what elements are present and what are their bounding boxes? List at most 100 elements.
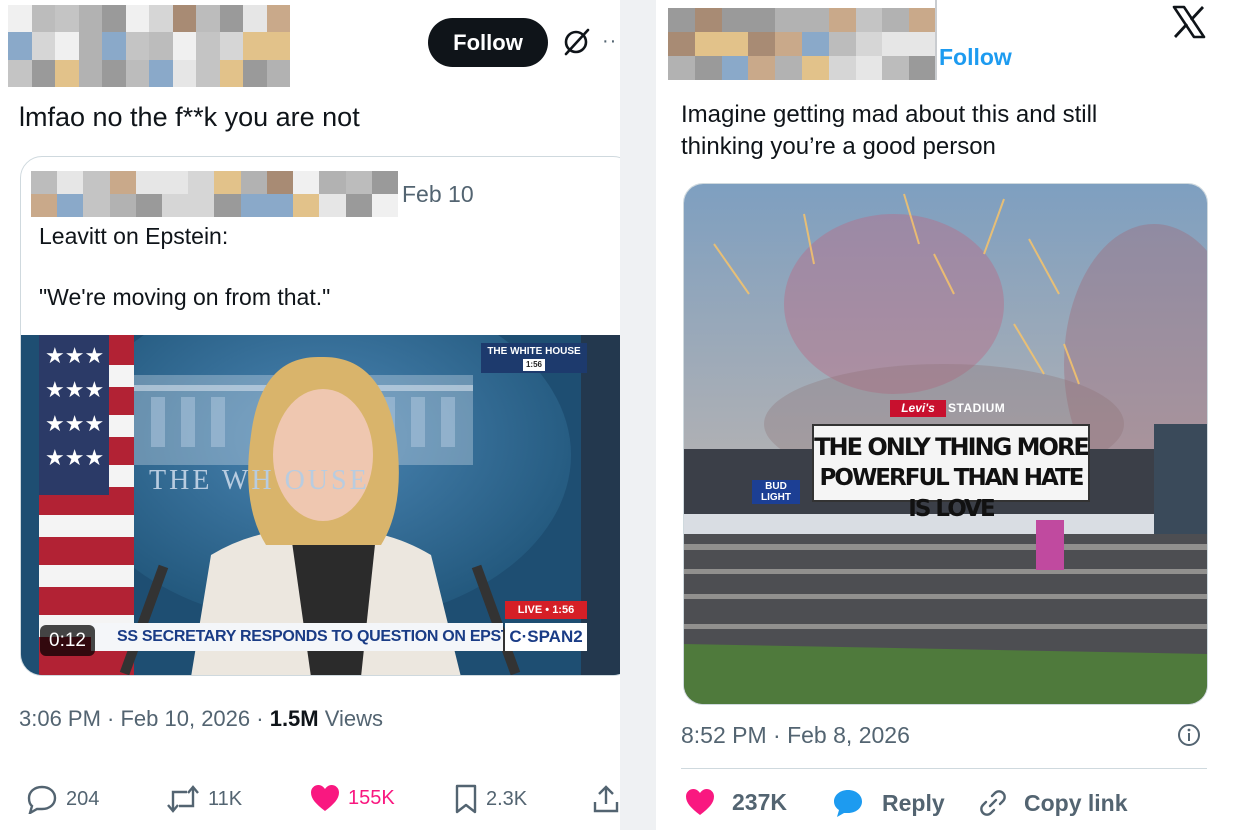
repost-count: 11K <box>208 787 243 810</box>
video-chyron: SS SECRETARY RESPONDS TO QUESTION ON EPS… <box>91 623 503 651</box>
billboard-message: THE ONLY THING MORE POWERFUL THAN HATE I… <box>812 424 1090 522</box>
redaction-tile <box>31 59 55 87</box>
redaction-tile <box>775 32 802 56</box>
reply-button[interactable]: Reply <box>832 788 945 818</box>
redaction-tile <box>775 8 802 32</box>
reply-label: Reply <box>882 789 945 816</box>
info-icon[interactable] <box>1177 723 1201 747</box>
redaction-tile <box>694 32 722 56</box>
redaction-tile <box>8 32 32 60</box>
redaction-tile <box>319 171 346 194</box>
redaction-tile <box>668 56 695 80</box>
quoted-tweet-card[interactable]: Feb 10 Leavitt on Epstein: "We're moving… <box>20 156 620 676</box>
redaction-tile <box>57 171 84 194</box>
link-icon <box>980 790 1006 816</box>
video-player[interactable]: ★★★ ★★★ ★★★ ★★★ THE WH OUSE THE WHITE HOUS… <box>21 335 620 675</box>
follow-button[interactable]: Follow <box>428 18 548 67</box>
user-identity-redacted <box>8 5 290 87</box>
redaction-tile <box>162 194 189 217</box>
left-tweet-panel: Follow ·· lmfao no the f**k you are not … <box>0 0 620 830</box>
redaction-tile <box>109 194 136 217</box>
tweet-timestamp[interactable]: 3:06 PM · Feb 10, 2026 · <box>19 706 270 731</box>
redaction-tile <box>125 5 149 33</box>
redaction-tile <box>83 171 110 194</box>
quoted-user-redacted <box>31 171 398 217</box>
redaction-tile <box>694 56 722 80</box>
tweet-text-line1: Imagine getting mad about this and still <box>681 101 1098 128</box>
redaction-tile <box>240 171 267 194</box>
heart-icon <box>311 785 339 811</box>
redaction-tile <box>266 171 294 194</box>
redaction-tile <box>828 32 856 56</box>
redaction-tile <box>149 59 173 87</box>
svg-text:★★★: ★★★ <box>45 412 104 437</box>
redaction-tile <box>149 5 173 33</box>
sponsor-sign: BUD LIGHT <box>752 480 800 504</box>
share-icon <box>593 785 619 813</box>
redaction-tile <box>57 194 84 217</box>
panel-divider <box>620 0 656 830</box>
tweet-text-line2: thinking you’re a good person <box>681 133 996 160</box>
bookmark-count: 2.3K <box>486 787 528 810</box>
svg-text:★★★: ★★★ <box>45 378 104 403</box>
redaction-tile <box>721 8 749 32</box>
redaction-tile <box>668 8 695 32</box>
more-options-icon[interactable]: ·· <box>602 30 617 53</box>
redaction-tile <box>196 32 220 60</box>
redaction-tile <box>196 5 220 33</box>
redaction-tile <box>243 32 267 60</box>
like-button[interactable]: 237K <box>684 788 787 816</box>
grok-icon[interactable] <box>560 26 592 58</box>
redaction-tile <box>371 171 398 194</box>
redaction-tile <box>78 59 102 87</box>
redaction-tile <box>855 56 883 80</box>
tweet-photo[interactable]: Levi's STADIUM THE ONLY THING MORE POWER… <box>683 183 1208 705</box>
redaction-tile <box>8 5 32 33</box>
redaction-tile <box>694 8 722 32</box>
redaction-tile <box>83 194 110 217</box>
redaction-tile <box>188 171 215 194</box>
right-tweet-panel: Follow Imagine getting mad about this an… <box>656 0 1250 830</box>
redaction-tile <box>801 8 829 32</box>
reply-button[interactable]: 204 <box>26 784 99 814</box>
redaction-tile <box>188 194 215 217</box>
redaction-tile <box>855 8 883 32</box>
tweet-text: lmfao no the f**k you are not <box>19 102 360 132</box>
redaction-tile <box>266 32 290 60</box>
redaction-tile <box>721 56 749 80</box>
header-separator <box>935 0 937 80</box>
redaction-tile <box>172 59 196 87</box>
quoted-tweet-text-line2: "We're moving on from that." <box>39 284 331 310</box>
copy-link-button[interactable]: Copy link <box>978 788 1128 818</box>
redaction-tile <box>125 59 149 87</box>
repost-button[interactable]: 11K <box>166 784 242 814</box>
views-count: 1.5M <box>269 706 319 731</box>
svg-text:★★★: ★★★ <box>45 446 104 471</box>
tweet-timestamp[interactable]: 8:52 PM · Feb 8, 2026 <box>681 722 910 749</box>
views-label: Views <box>318 706 384 731</box>
redaction-tile <box>102 5 126 33</box>
x-logo-icon <box>1172 5 1206 39</box>
redaction-tile <box>345 171 372 194</box>
like-button[interactable]: 155K <box>310 784 395 812</box>
channel-corner-tag: THE WHITE HOUSE 1:56 <box>481 343 587 373</box>
redaction-tile <box>909 8 936 32</box>
copy-link-label: Copy link <box>1024 789 1128 816</box>
redaction-tile <box>855 32 883 56</box>
redaction-tile <box>240 194 267 217</box>
svg-text:★★★: ★★★ <box>45 344 104 369</box>
follow-button[interactable]: Follow <box>939 44 1012 71</box>
redaction-tile <box>828 8 856 32</box>
redaction-tile <box>748 56 776 80</box>
redaction-tile <box>345 194 372 217</box>
redaction-tile <box>214 194 241 217</box>
reply-icon <box>27 785 57 814</box>
share-button[interactable] <box>592 784 620 814</box>
bookmark-button[interactable]: 2.3K <box>454 784 527 814</box>
billboard-venue: STADIUM <box>948 401 1006 415</box>
live-indicator: LIVE • 1:56 <box>505 601 587 619</box>
video-duration: 0:12 <box>40 625 95 656</box>
redaction-tile <box>219 59 243 87</box>
redaction-tile <box>125 32 149 60</box>
redaction-tile <box>748 8 776 32</box>
